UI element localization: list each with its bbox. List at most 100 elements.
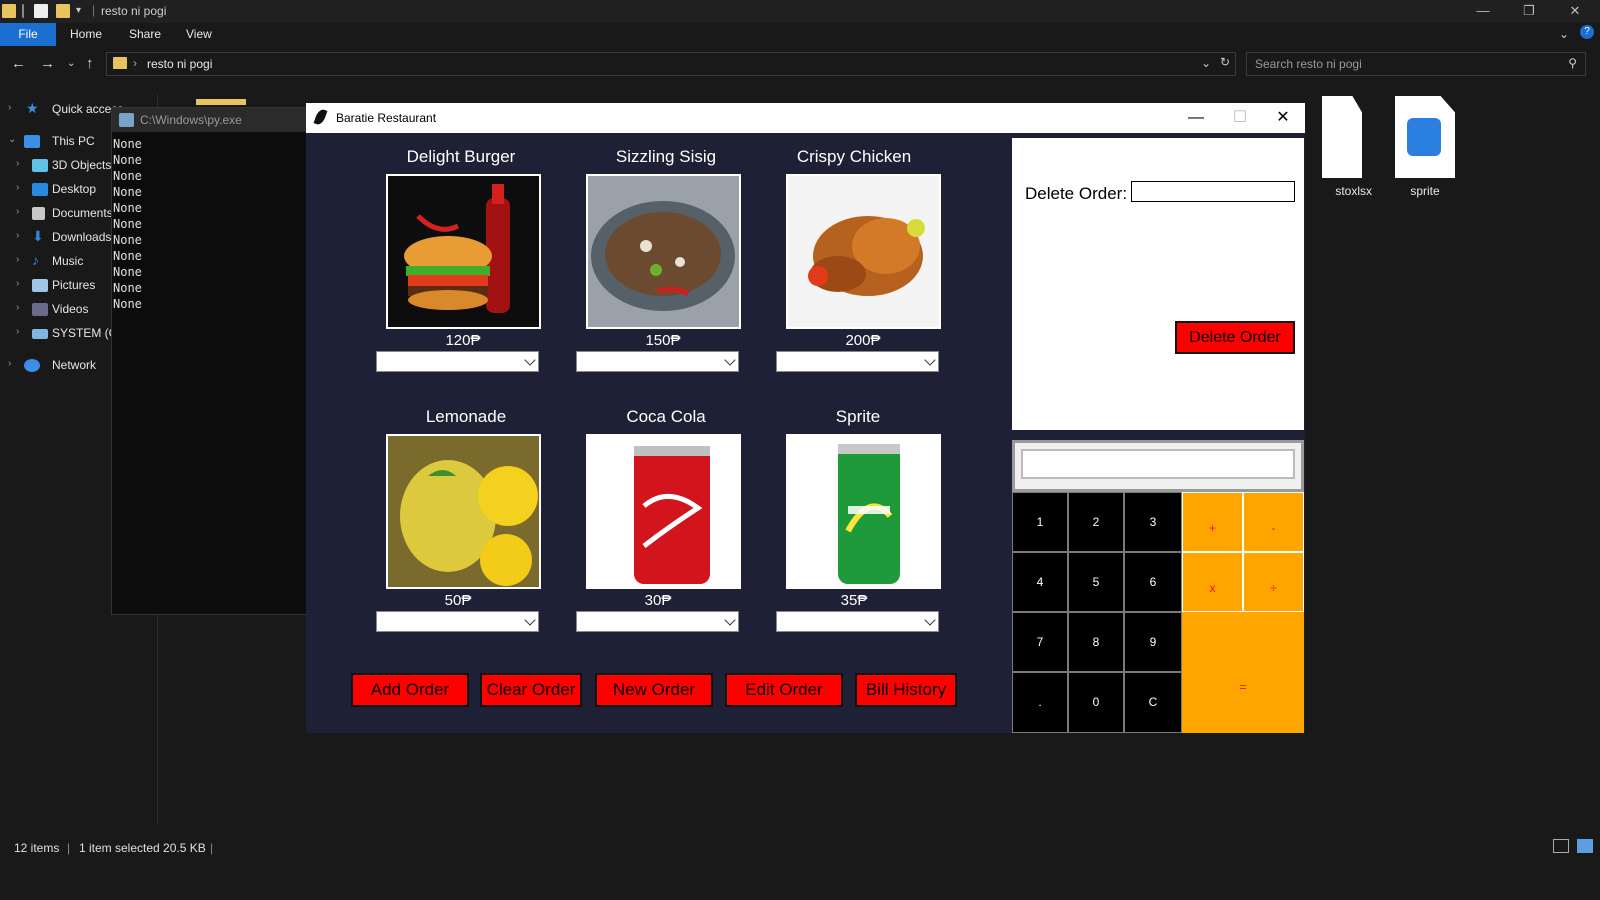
edit-order-button[interactable]: Edit Order — [725, 673, 843, 707]
calc-key-4[interactable]: 4 — [1012, 552, 1068, 612]
calc-key-multiply[interactable]: x — [1182, 552, 1243, 612]
quantity-select-sprite[interactable] — [776, 611, 939, 632]
breadcrumb-chevron-icon[interactable]: › — [133, 56, 137, 70]
quantity-select-sisig[interactable] — [576, 351, 739, 372]
menu-panel: Delight Burger 120₱ Sizzling Sisig 150₱ … — [306, 133, 1006, 733]
calc-key-plus[interactable]: + — [1182, 492, 1243, 552]
console-line: None — [113, 169, 142, 183]
chevron-down-icon[interactable] — [724, 354, 736, 366]
file-item-xlsx[interactable]: stoxlsx — [1312, 96, 1376, 198]
chevron-right-icon[interactable]: › — [16, 254, 19, 265]
calc-key-5[interactable]: 5 — [1068, 552, 1124, 612]
sidebar-item-label: Desktop — [52, 182, 97, 196]
console-line: None — [113, 137, 142, 151]
maximize-button[interactable]: ☐ — [1218, 106, 1262, 130]
selection-info: 1 item selected 20.5 KB — [79, 841, 206, 855]
chevron-right-icon[interactable]: › — [16, 158, 19, 169]
chevron-down-icon[interactable] — [724, 614, 736, 626]
calc-key-3[interactable]: 3 — [1124, 492, 1182, 552]
up-icon[interactable]: ↑ — [86, 55, 94, 72]
search-input[interactable]: Search resto ni pogi ⚲ — [1246, 52, 1586, 76]
title-separator: | — [92, 3, 96, 17]
ribbon: File Home Share View ⌄ ? — [0, 23, 1600, 46]
quantity-select-burger[interactable] — [376, 351, 539, 372]
calculator-display[interactable] — [1021, 449, 1295, 479]
properties-icon[interactable] — [34, 4, 48, 18]
search-icon[interactable]: ⚲ — [1568, 56, 1577, 70]
calc-key-9[interactable]: 9 — [1124, 612, 1182, 672]
picture-icon — [32, 279, 48, 292]
tab-home[interactable]: Home — [70, 27, 102, 41]
calc-key-decimal[interactable]: . — [1012, 672, 1068, 733]
refresh-icon[interactable]: ↻ — [1220, 55, 1230, 69]
close-button[interactable]: ✕ — [1261, 106, 1305, 130]
separator — [22, 4, 24, 18]
calc-key-equals[interactable]: = — [1182, 612, 1304, 733]
address-bar[interactable]: › resto ni pogi ⌄ ↻ — [106, 52, 1236, 76]
expand-ribbon-icon[interactable]: ⌄ — [1559, 27, 1569, 41]
delete-order-input[interactable] — [1131, 181, 1295, 202]
details-view-icon[interactable] — [1553, 839, 1569, 853]
help-icon[interactable]: ? — [1580, 25, 1594, 39]
chevron-right-icon[interactable]: › — [16, 326, 19, 337]
status-bar: 12 items | 1 item selected 20.5 KB | — [0, 838, 1600, 858]
chevron-down-icon[interactable] — [524, 354, 536, 366]
minimize-button[interactable]: — — [1174, 106, 1218, 130]
recent-locations-icon[interactable]: ⌄ — [67, 58, 75, 69]
chevron-right-icon[interactable]: › — [16, 278, 19, 289]
file-label: sprite — [1410, 184, 1440, 198]
file-item-sprite[interactable]: sprite — [1393, 96, 1457, 198]
app-title-bar[interactable]: Baratie Restaurant — ☐ ✕ — [306, 103, 1305, 133]
folder-thumbnail[interactable] — [196, 99, 246, 105]
console-title-bar[interactable]: C:\Windows\py.exe — [112, 108, 306, 132]
item-name-coca-cola: Coca Cola — [626, 407, 706, 426]
console-line: None — [113, 201, 142, 215]
console-line: None — [113, 265, 142, 279]
chevron-right-icon[interactable]: › — [8, 102, 11, 113]
chevron-right-icon[interactable]: › — [16, 302, 19, 313]
breadcrumb[interactable]: resto ni pogi — [147, 57, 212, 71]
tab-view[interactable]: View — [186, 27, 212, 41]
new-folder-icon[interactable] — [56, 4, 70, 18]
calc-key-1[interactable]: 1 — [1012, 492, 1068, 552]
address-dropdown-icon[interactable]: ⌄ — [1201, 56, 1211, 70]
customize-quick-access-icon[interactable]: ▾ — [76, 5, 90, 19]
minimize-button[interactable]: — — [1460, 0, 1506, 23]
back-icon[interactable]: ← — [11, 55, 26, 72]
delete-order-button[interactable]: Delete Order — [1175, 321, 1295, 354]
chevron-down-icon[interactable] — [524, 614, 536, 626]
quantity-select-coca-cola[interactable] — [576, 611, 739, 632]
calc-key-2[interactable]: 2 — [1068, 492, 1124, 552]
calc-key-minus[interactable]: - — [1243, 492, 1304, 552]
calc-key-divide[interactable]: ÷ — [1243, 552, 1304, 612]
quantity-select-chicken[interactable] — [776, 351, 939, 372]
coca-cola-image — [586, 434, 741, 589]
feather-icon — [313, 107, 328, 127]
close-button[interactable]: ✕ — [1552, 0, 1598, 23]
new-order-button[interactable]: New Order — [595, 673, 713, 707]
calc-key-8[interactable]: 8 — [1068, 612, 1124, 672]
chevron-down-icon[interactable] — [924, 614, 936, 626]
chevron-right-icon[interactable]: › — [16, 206, 19, 217]
quantity-select-lemonade[interactable] — [376, 611, 539, 632]
chevron-down-icon[interactable] — [924, 354, 936, 366]
forward-icon[interactable]: → — [40, 55, 55, 72]
sidebar-item-label: Pictures — [52, 278, 96, 292]
tab-share[interactable]: Share — [129, 27, 161, 41]
chevron-down-icon[interactable]: ⌄ — [8, 134, 16, 145]
chevron-right-icon[interactable]: › — [8, 358, 11, 369]
tab-file[interactable]: File — [0, 23, 56, 46]
calc-key-7[interactable]: 7 — [1012, 612, 1068, 672]
bill-history-button[interactable]: Bill History — [855, 673, 957, 707]
large-icons-view-icon[interactable] — [1577, 839, 1593, 853]
calc-key-6[interactable]: 6 — [1124, 552, 1182, 612]
calc-key-clear[interactable]: C — [1124, 672, 1182, 733]
chevron-right-icon[interactable]: › — [16, 230, 19, 241]
restore-button[interactable]: ❐ — [1506, 0, 1552, 23]
calc-key-0[interactable]: 0 — [1068, 672, 1124, 733]
clear-order-button[interactable]: Clear Order — [480, 673, 582, 707]
chevron-right-icon[interactable]: › — [16, 182, 19, 193]
restaurant-app-window: Baratie Restaurant — ☐ ✕ Delight Burger — [306, 103, 1305, 733]
add-order-button[interactable]: Add Order — [351, 673, 469, 707]
console-window[interactable]: C:\Windows\py.exe None None None None None No… — [111, 107, 307, 615]
